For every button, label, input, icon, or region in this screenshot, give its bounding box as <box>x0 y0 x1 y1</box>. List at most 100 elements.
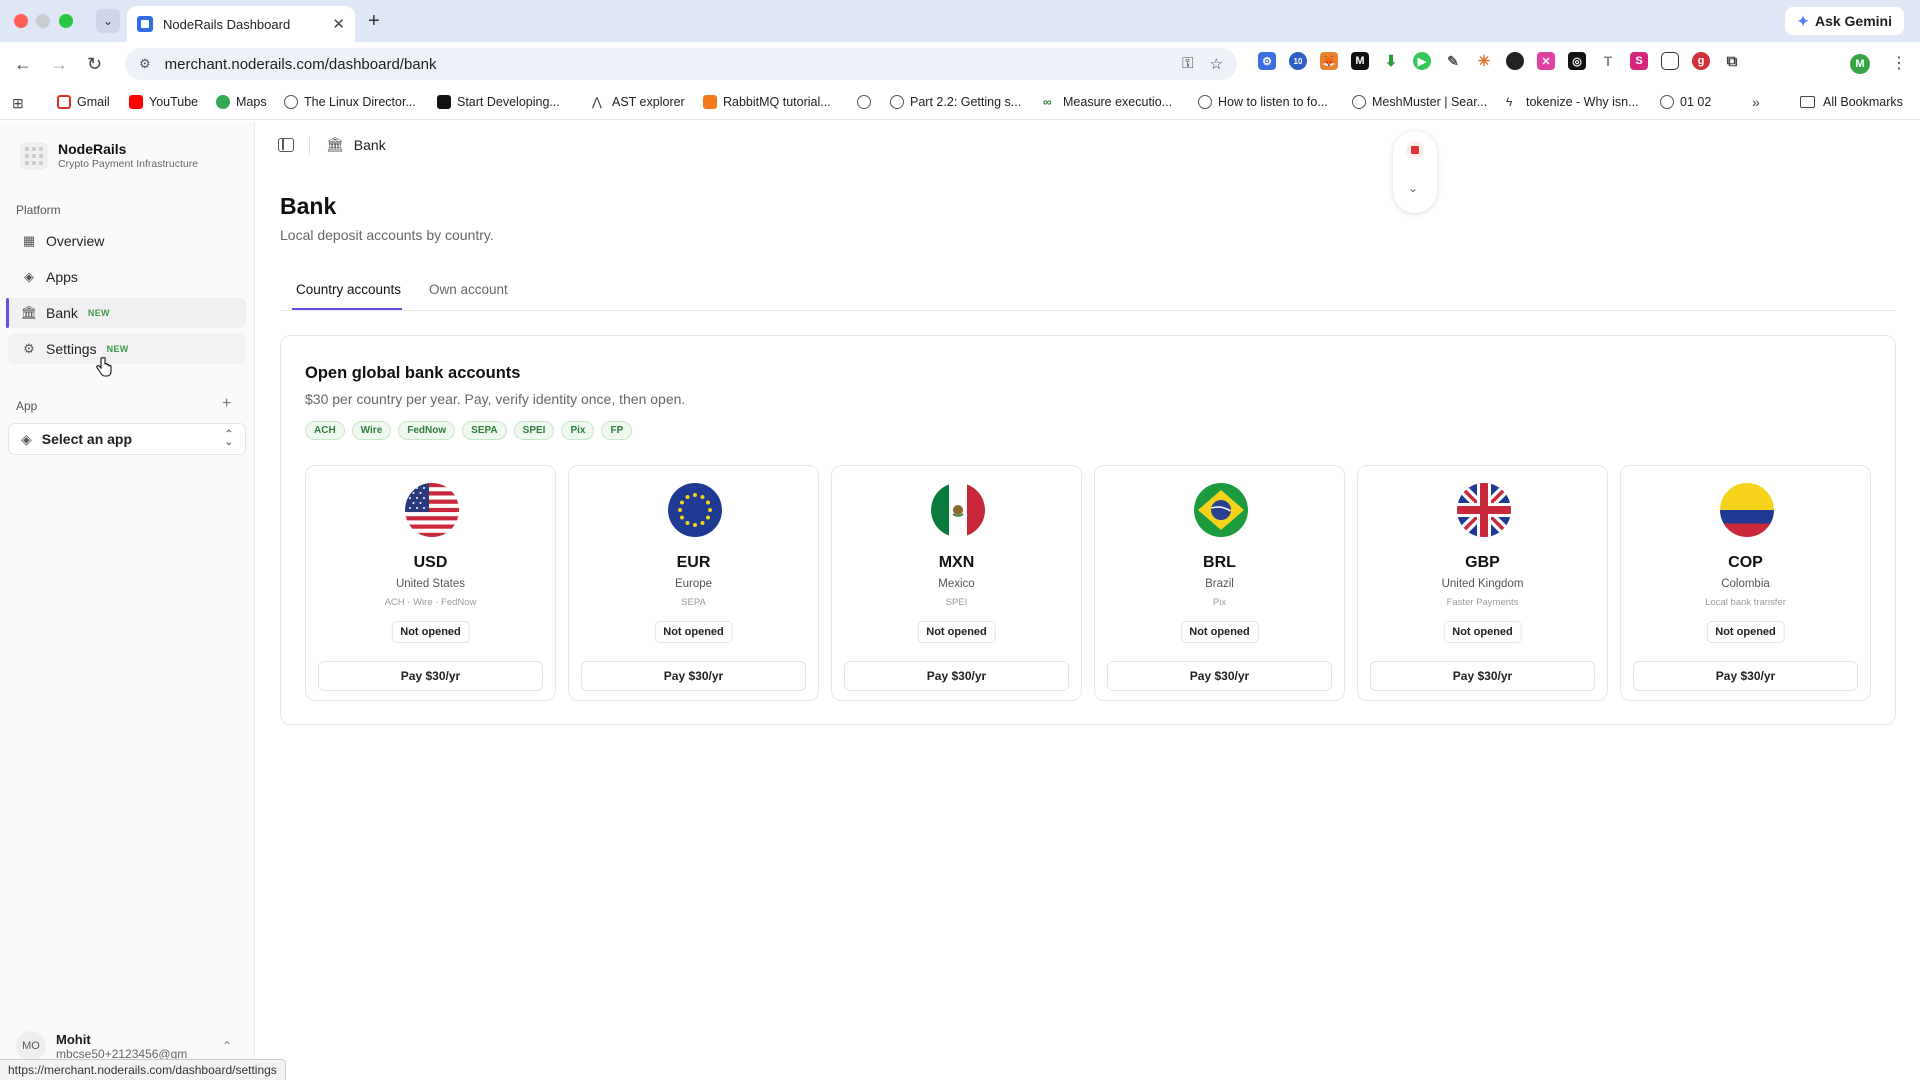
pay-button-eur[interactable]: Pay $30/yr <box>581 661 806 691</box>
site-info-icon[interactable]: ⚙ <box>139 56 151 72</box>
brand[interactable]: NodeRails Crypto Payment Infrastructure <box>20 141 198 170</box>
sidebar-item-label: Settings <box>46 341 97 357</box>
brazil-flag-icon <box>1194 483 1248 537</box>
close-window-button[interactable] <box>14 14 28 28</box>
bookmark-item[interactable]: YouTube <box>129 95 198 109</box>
user-name: Mohit <box>56 1031 91 1047</box>
password-key-icon[interactable]: ⚿ <box>1182 55 1193 73</box>
more-bookmarks-icon[interactable]: » <box>1752 94 1760 110</box>
bank-icon: 🏛 <box>326 136 344 152</box>
us-flag-icon <box>405 483 459 537</box>
bookmark-item[interactable]: RabbitMQ tutorial... <box>703 95 831 109</box>
new-badge: NEW <box>87 308 110 318</box>
new-tab-button[interactable]: + <box>368 10 380 32</box>
ask-gemini-button[interactable]: ✦ Ask Gemini <box>1785 7 1904 35</box>
address-bar[interactable]: ⚙ merchant.noderails.com/dashboard/bank … <box>125 48 1237 80</box>
youtube-icon <box>129 95 143 109</box>
reload-icon[interactable]: ↻ <box>87 54 102 74</box>
all-bookmarks-button[interactable]: All Bookmarks <box>1800 95 1903 109</box>
bookmark-item[interactable]: MeshMuster | Sear... <box>1352 95 1487 109</box>
currency-card-gbp: GBP United Kingdom Faster Payments Not o… <box>1357 465 1608 701</box>
stop-recording-button[interactable] <box>1406 141 1424 159</box>
sidebar-item-apps[interactable]: ◈ Apps <box>8 262 246 292</box>
circle-extension-icon[interactable] <box>1506 52 1524 70</box>
apps-grid-icon[interactable]: ⊞ <box>12 95 24 112</box>
sidebar-item-settings[interactable]: ⚙ Settings NEW <box>8 334 246 364</box>
bookmark-item[interactable]: 01 02 <box>1660 95 1711 109</box>
medium-icon[interactable]: M <box>1351 52 1369 70</box>
currency-code: EUR <box>676 554 711 571</box>
user-profile[interactable]: MO Mohit mbcse50+2123456@gm <box>16 1031 187 1061</box>
bookmark-item[interactable]: ⋀ AST explorer <box>592 95 685 109</box>
extension-badge-icon[interactable]: 10 <box>1289 52 1307 70</box>
sidebar-item-label: Apps <box>46 269 78 285</box>
rail-badge: FP <box>601 421 633 440</box>
bookmark-item[interactable]: ∞ Measure executio... <box>1043 95 1172 109</box>
folder-icon <box>1800 96 1815 108</box>
bookmark-item[interactable]: Part 2.2: Getting s... <box>890 95 1021 109</box>
asterisk-icon[interactable]: ✳ <box>1475 52 1493 70</box>
square-extension-icon[interactable] <box>1661 52 1679 70</box>
bookmark-item[interactable]: Gmail <box>57 95 110 109</box>
globe-icon <box>1660 95 1674 109</box>
sidebar-toggle-icon[interactable] <box>278 138 294 152</box>
bookmark-item[interactable] <box>857 95 877 109</box>
metamask-icon[interactable]: 🦊 <box>1320 52 1338 70</box>
puzzle-pink-icon[interactable]: ✕ <box>1537 52 1555 70</box>
text-icon[interactable]: T <box>1599 52 1617 70</box>
extensions-puzzle-icon[interactable]: ⧉ <box>1723 52 1741 70</box>
pay-button-gbp[interactable]: Pay $30/yr <box>1370 661 1595 691</box>
pen-icon[interactable]: ✎ <box>1444 52 1462 70</box>
chevron-down-icon[interactable]: ⌄ <box>1408 181 1418 195</box>
minimize-window-button[interactable] <box>36 14 50 28</box>
add-app-icon[interactable]: + <box>222 395 231 413</box>
url-text: merchant.noderails.com/dashboard/bank <box>164 55 437 73</box>
bookmark-item[interactable]: Start Developing... <box>437 95 560 109</box>
pay-button-mxn[interactable]: Pay $30/yr <box>844 661 1069 691</box>
main-topbar: 🏛 Bank <box>256 121 1920 171</box>
bookmark-item[interactable]: How to listen to fo... <box>1198 95 1328 109</box>
chatgpt-icon[interactable]: ◎ <box>1568 52 1586 70</box>
sidebar-item-bank[interactable]: 🏛 Bank NEW <box>6 298 246 328</box>
download-icon[interactable]: ⬇ <box>1382 52 1400 70</box>
medium-bookmark-icon <box>437 95 451 109</box>
currency-rails: SEPA <box>681 597 706 608</box>
currency-card-mxn: MXN Mexico SPEI Not opened Pay $30/yr <box>831 465 1082 701</box>
browser-menu-icon[interactable]: ⋮ <box>1891 53 1907 73</box>
bookmark-star-icon[interactable]: ☆ <box>1210 55 1223 73</box>
bank-icon: 🏛 <box>20 305 38 320</box>
pay-button-usd[interactable]: Pay $30/yr <box>318 661 543 691</box>
rail-badge: Wire <box>351 421 392 440</box>
sidebar-item-overview[interactable]: ▦ Overview <box>8 226 246 256</box>
s-extension-icon[interactable]: S <box>1630 52 1648 70</box>
back-arrow-icon[interactable]: ← <box>14 54 32 74</box>
bookmark-item[interactable]: The Linux Director... <box>284 95 416 109</box>
pay-button-brl[interactable]: Pay $30/yr <box>1107 661 1332 691</box>
g-extension-icon[interactable]: g <box>1692 52 1710 70</box>
tokenize-icon: ϟ <box>1506 95 1513 109</box>
play-icon[interactable]: ▶ <box>1413 52 1431 70</box>
close-tab-icon[interactable]: ✕ <box>332 15 345 33</box>
chevron-up-icon[interactable]: ⌃ <box>222 1039 232 1053</box>
maximize-window-button[interactable] <box>59 14 73 28</box>
status-badge: Not opened <box>1443 621 1522 643</box>
bookmark-item[interactable]: ϟ tokenize - Why isn... <box>1506 95 1639 109</box>
currency-country: Mexico <box>938 578 975 590</box>
rails-list: ACH Wire FedNow SEPA SPEI Pix FP <box>305 421 633 440</box>
app-section-label: App <box>16 399 38 413</box>
profile-avatar[interactable]: M <box>1850 54 1870 74</box>
app-select-dropdown[interactable]: ◈ Select an app ⌃ ⌄ <box>8 423 246 455</box>
browser-tab[interactable]: NodeRails Dashboard ✕ <box>127 6 355 42</box>
chevron-down-icon: ⌄ <box>102 14 114 28</box>
currency-card-eur: EUR Europe SEPA Not opened Pay $30/yr <box>568 465 819 701</box>
tab-search-button[interactable]: ⌄ <box>96 9 120 33</box>
mexico-flag-icon <box>931 483 985 537</box>
extension-icon[interactable]: ⚙ <box>1258 52 1276 70</box>
card-subtitle: $30 per country per year. Pay, verify id… <box>305 391 686 407</box>
forward-arrow-icon[interactable]: → <box>50 54 68 74</box>
tab-country-accounts[interactable]: Country accounts <box>296 282 401 297</box>
brand-name: NodeRails <box>58 141 127 157</box>
tab-own-account[interactable]: Own account <box>429 282 508 297</box>
bookmark-item[interactable]: Maps <box>216 95 267 109</box>
pay-button-cop[interactable]: Pay $30/yr <box>1633 661 1858 691</box>
